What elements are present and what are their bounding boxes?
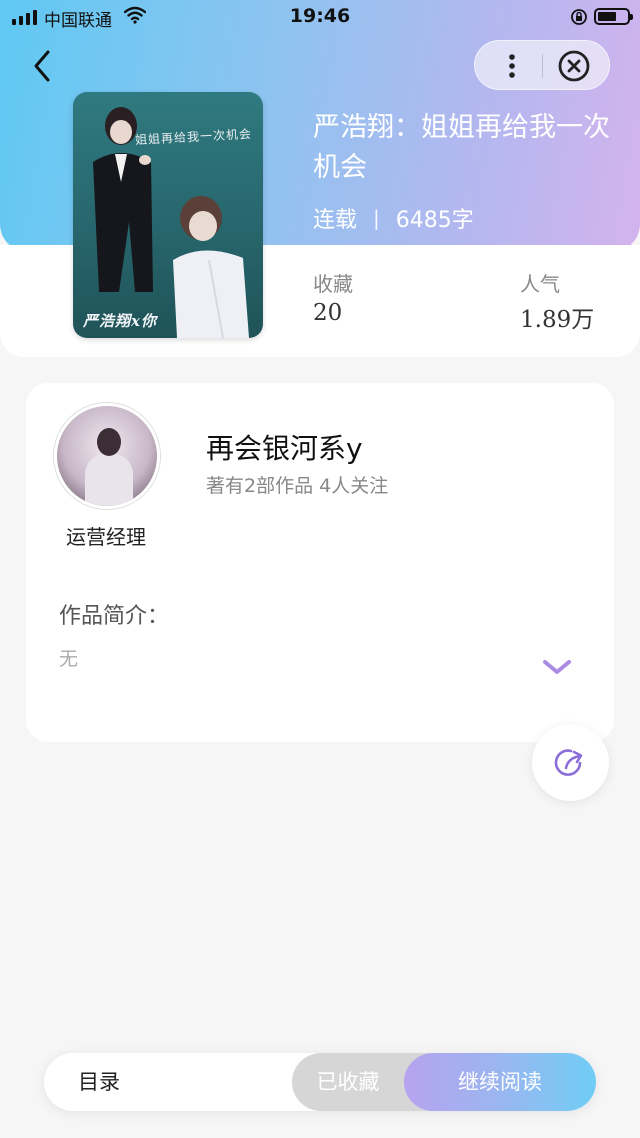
share-icon [554,749,583,776]
book-title: 严浩翔：姐姐再给我一次机会 [313,112,610,183]
more-button[interactable] [495,49,529,83]
book-status: 连载 [313,208,358,233]
back-button[interactable] [26,46,62,86]
avatar-figure-body [85,454,133,506]
close-button[interactable] [557,49,591,83]
chevron-left-icon [34,50,50,82]
more-vertical-icon [509,54,515,78]
status-bar: 中国联通 19:46 [0,0,640,34]
popularity-label: 人气 [520,272,560,296]
close-circle-icon [558,50,590,82]
book-meta: 连载 | 6485字 [313,202,474,234]
meta-separator: | [373,206,380,230]
book-cover[interactable]: 姐姐再给我一次机会 严浩翔x你 [73,92,263,338]
chevron-down-icon [543,660,571,674]
expand-intro-button[interactable] [539,656,575,680]
author-role: 运营经理 [66,525,146,549]
favorites-label: 收藏 [313,272,353,296]
collected-label: 已收藏 [316,1070,380,1094]
continue-reading-button[interactable]: 继续阅读 [404,1053,596,1111]
word-count: 6485字 [395,208,474,233]
share-button[interactable] [532,724,609,801]
bottom-action-bar: 目录 已收藏 继续阅读 [44,1053,596,1111]
battery-icon [594,8,633,25]
favorites-value: 20 [313,300,343,326]
avatar-figure-head [97,428,121,456]
popularity-value: 1.89万 [520,307,595,333]
intro-heading: 作品简介： [59,604,170,629]
intro-body: 无 [59,648,79,670]
rotation-lock-icon [570,8,588,31]
author-avatar[interactable] [54,403,160,509]
author-name[interactable]: 再会银河系y [206,427,363,467]
author-card: 运营经理 再会银河系y 著有2部作品 4人关注 作品简介： 无 [26,383,614,742]
mini-program-capsule [474,40,610,90]
toc-button[interactable]: 目录 [44,1053,292,1111]
capsule-divider [542,54,543,78]
author-stats: 著有2部作品 4人关注 [206,475,389,497]
status-time: 19:46 [289,5,351,27]
cover-caption-text: 严浩翔x你 [83,312,157,330]
